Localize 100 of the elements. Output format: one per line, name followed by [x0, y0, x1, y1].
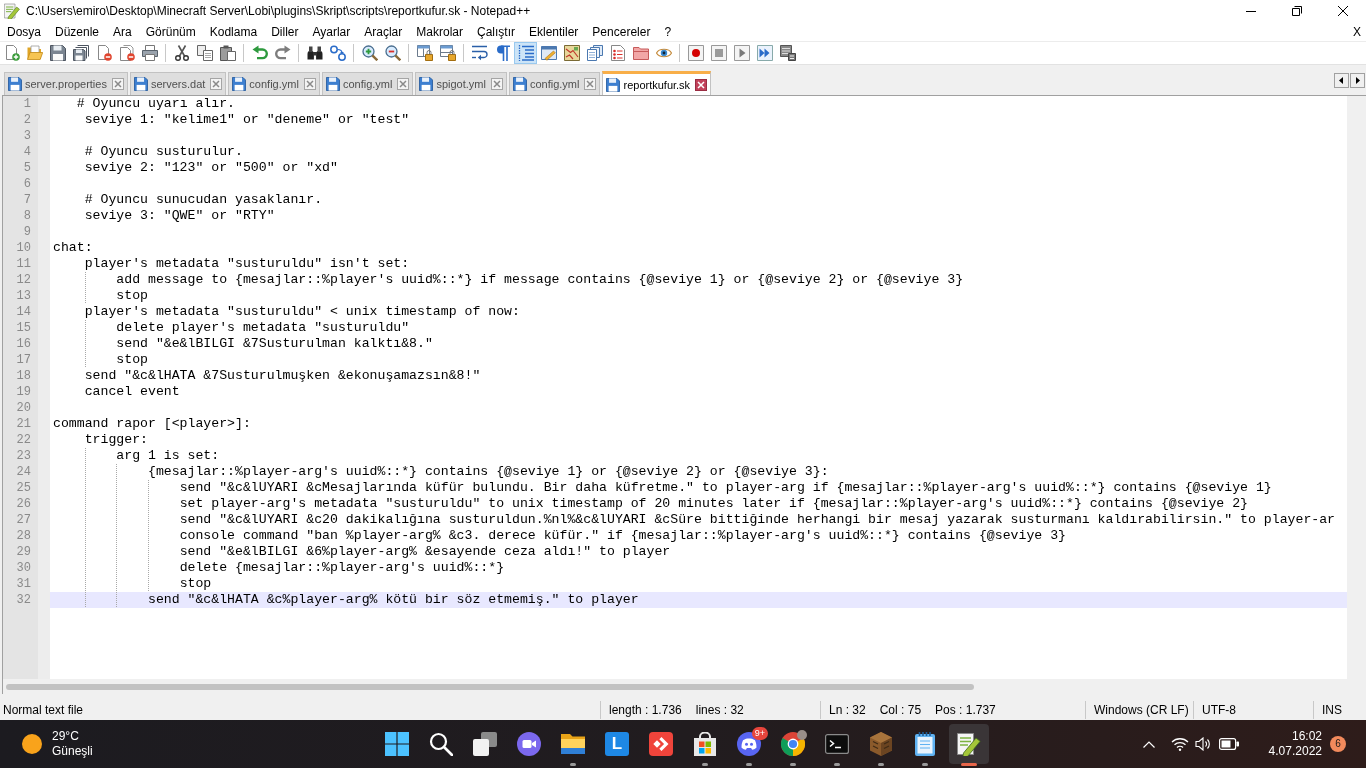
line-number: 29 — [16, 544, 31, 560]
code-line: player's metadata "susturuldu" isn't set: — [84, 256, 410, 271]
code-line: add message to {mesajlar::%player's uuid%::*} if message contains {@seviye 1} or {@seviye 2} or {@seviye 3} — [116, 272, 964, 287]
line-number: 11 — [16, 256, 31, 272]
menu-item[interactable]: Makrolar — [409, 22, 470, 41]
file-tab[interactable]: config.yml — [228, 72, 320, 95]
line-number: 20 — [16, 400, 31, 416]
scrollbar-thumb[interactable] — [6, 683, 974, 690]
code-line: send "&e&lBILGI &7Susturulman kalktı&8." — [116, 336, 433, 351]
lines-label: lines : 32 — [695, 703, 744, 717]
diamond-arrows-icon — [649, 732, 673, 756]
line-number: 19 — [16, 384, 31, 400]
line-number: 21 — [16, 416, 31, 432]
menu-item[interactable]: Eklentiler — [522, 22, 586, 41]
close-document-button[interactable]: X — [1348, 22, 1366, 41]
restore-icon[interactable] — [1292, 6, 1302, 16]
clock-date: 4.07.2022 — [1268, 744, 1322, 759]
code-line: stop — [116, 352, 148, 367]
line-number: 17 — [16, 352, 31, 368]
code-line: # Oyuncu uyarı alır. — [76, 96, 236, 111]
zoom-in-icon — [361, 45, 378, 61]
undo-icon — [251, 45, 268, 61]
sun-icon[interactable] — [22, 734, 42, 754]
menu-item[interactable]: Çalıştır — [470, 22, 522, 41]
menu-item[interactable]: Kodlama — [202, 22, 265, 41]
menu-item[interactable]: Görünüm — [138, 22, 203, 41]
copy-icon — [196, 45, 213, 61]
file-tab[interactable]: servers.dat — [129, 72, 227, 95]
code-line: send "&c&lHATA &7Susturulmuşken &ekonuşamazsın&8!" — [84, 368, 481, 383]
speaker-icon[interactable] — [1194, 737, 1211, 751]
shopping-bag-icon — [693, 732, 717, 756]
code-line: command rapor [<player>]: — [53, 416, 251, 431]
line-number: 25 — [16, 480, 31, 496]
notification-count[interactable]: 6 — [1330, 736, 1346, 752]
file-tab[interactable]: reportkufur.sk — [602, 71, 712, 95]
document-list-icon — [586, 45, 603, 61]
pilcrow-icon — [494, 45, 511, 61]
length-label: length : 1.736 — [609, 703, 682, 717]
line-number: 31 — [16, 576, 31, 592]
minimize-icon[interactable] — [1246, 10, 1256, 12]
code-line: arg 1 is set: — [116, 448, 220, 463]
vertical-scrollbar[interactable] — [1347, 96, 1366, 679]
search-icon — [429, 732, 453, 756]
window-lock-icon — [416, 45, 433, 61]
file-tab[interactable]: config.yml — [508, 72, 601, 95]
close-icon[interactable] — [1338, 6, 1348, 16]
wooden-block-icon — [869, 732, 893, 756]
code-line: seviye 3: "QWE" or "RTY" — [84, 208, 275, 223]
line-number: 2 — [23, 112, 31, 128]
temperature: 29°C — [52, 729, 80, 744]
window-pen-icon — [540, 45, 557, 61]
file-tab[interactable]: spigot.yml — [415, 72, 507, 95]
play-icon — [733, 45, 750, 61]
file-tab[interactable]: server.properties — [4, 72, 128, 95]
taskbar-app-button[interactable]: L — [597, 724, 637, 764]
folder-icon — [632, 45, 649, 61]
line-number: 22 — [16, 432, 31, 448]
chevron-up-icon[interactable] — [1142, 740, 1155, 748]
redo-icon — [274, 45, 291, 61]
char-position: Pos : 1.737 — [935, 703, 996, 717]
terminal-icon — [825, 732, 849, 756]
code-line: send "&c&lUYARI &cMesajlarında küfür bulundu. Bir daha küfretme." to player-arg if {mesajlar::%player-arg's uuid%::*} contains {@seviye 1} — [179, 480, 1272, 495]
line-number: 9 — [23, 224, 31, 240]
replace-icon — [329, 45, 346, 61]
line-ending-label: Windows (CR LF) — [1094, 703, 1189, 717]
scroll-right-icon[interactable] — [1350, 73, 1365, 88]
taskbar-app-button[interactable]: 9+ — [729, 724, 769, 764]
line-number: 4 — [23, 144, 31, 160]
menu-item[interactable]: Ayarlar — [305, 22, 358, 41]
menu-item[interactable]: ? — [657, 22, 679, 41]
code-line: console command "ban %player-arg% &c3. derece küfür." if {mesajlar::%player-arg's uuid%::*} contains {@seviye 3} — [179, 528, 1066, 543]
line-number: 24 — [16, 464, 31, 480]
code-line: send "&c&lHATA &c%player-arg% kötü bir söz etmemiş." to player — [147, 592, 639, 607]
grid-squares-icon — [385, 732, 409, 756]
word-wrap-icon — [471, 45, 488, 61]
close-icon[interactable] — [695, 78, 708, 91]
video-camera-icon — [517, 732, 541, 756]
code-line: cancel event — [84, 384, 180, 399]
battery-icon[interactable] — [1218, 738, 1239, 750]
line-number: 12 — [16, 272, 31, 288]
notepad-pencil-icon — [4, 3, 20, 19]
code-line: stop — [179, 576, 212, 591]
taskbar-app-button[interactable] — [949, 724, 989, 764]
menu-item[interactable]: Araçlar — [357, 22, 410, 41]
wifi-icon[interactable] — [1170, 737, 1189, 751]
menu-item[interactable]: Pencereler — [585, 22, 658, 41]
folder-icon — [561, 732, 585, 756]
page-list-icon — [609, 45, 626, 61]
menu-item[interactable]: Ara — [106, 22, 139, 41]
scroll-left-icon[interactable] — [1334, 73, 1349, 88]
floppy-disks-icon — [72, 45, 89, 61]
notepad-pencil-icon — [957, 732, 981, 756]
line-number: 16 — [16, 336, 31, 352]
menu-item[interactable]: Diller — [264, 22, 306, 41]
menu-item[interactable]: Dosya — [0, 22, 48, 41]
file-tab[interactable]: config.yml — [321, 72, 414, 95]
window-lock-icon — [439, 45, 456, 61]
insert-mode-label: INS — [1322, 703, 1342, 717]
code-line: player's metadata "susturuldu" < unix timestamp of now: — [84, 304, 520, 319]
menu-item[interactable]: Düzenle — [48, 22, 107, 41]
